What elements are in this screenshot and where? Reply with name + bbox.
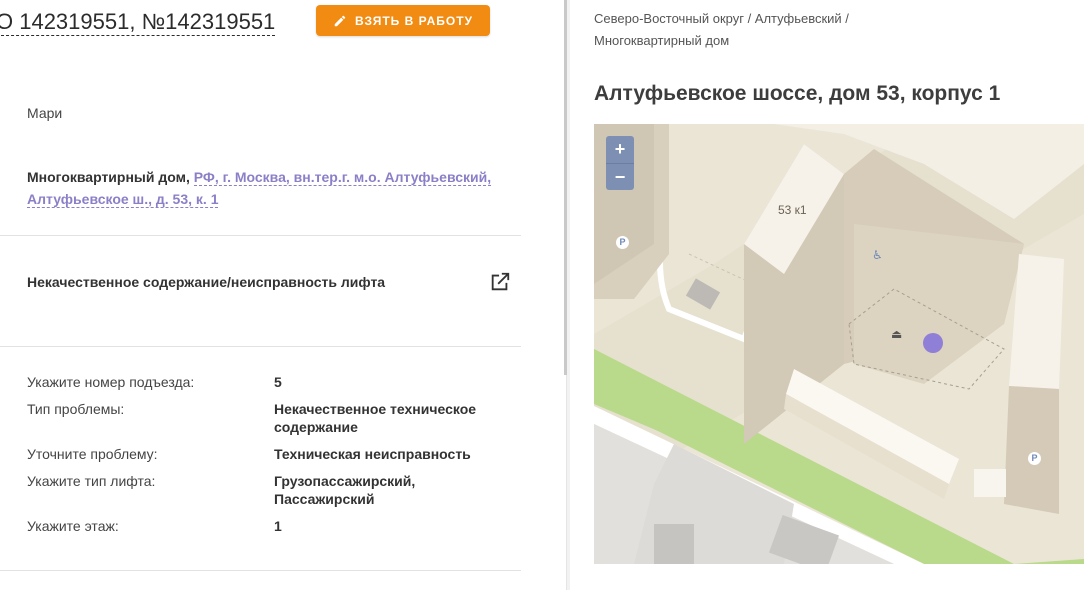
property-value: 5 [274, 374, 282, 390]
elevator-icon: ⏏ [891, 327, 903, 341]
property-key: Укажите этаж: [27, 518, 119, 534]
breadcrumb-line: Северо-Восточный округ / Алтуфьевский / [594, 11, 849, 26]
map-marker-icon[interactable] [923, 333, 943, 353]
bicycle-icon: ♿ [872, 248, 883, 262]
properties-list: Укажите номер подъезда: 5 Тип проблемы: … [27, 373, 507, 544]
divider [0, 346, 521, 347]
problem-title: Некачественное содержание/неисправность … [27, 274, 386, 290]
breadcrumb-line: Многоквартирный дом [594, 33, 730, 48]
property-value: Техническая неисправность [274, 446, 471, 462]
property-key: Уточните проблему: [27, 446, 158, 462]
property-row: Укажите тип лифта: Грузопассажирский, Па… [27, 472, 507, 508]
property-key: Тип проблемы: [27, 401, 125, 417]
external-link-icon[interactable] [489, 271, 511, 293]
request-details-pane: О 142319551, №142319551 ВЗЯТЬ В РАБОТУ М… [0, 0, 566, 590]
parking-icon: P [616, 236, 629, 249]
take-to-work-button[interactable]: ВЗЯТЬ В РАБОТУ [316, 5, 490, 36]
take-to-work-label: ВЗЯТЬ В РАБОТУ [354, 13, 473, 28]
property-row: Укажите номер подъезда: 5 [27, 373, 507, 391]
map-canvas[interactable] [594, 124, 1084, 564]
property-row: Уточните проблему: Техническая неисправн… [27, 445, 507, 463]
divider [0, 235, 521, 236]
zoom-out-button[interactable]: − [606, 163, 634, 190]
divider [0, 570, 521, 571]
breadcrumb: Северо-Восточный округ / Алтуфьевский / … [594, 8, 894, 52]
object-type: Многоквартирный дом, [27, 169, 190, 185]
scrollbar[interactable] [564, 0, 567, 375]
property-value: Грузопассажирский, Пассажирский [274, 473, 416, 507]
property-value: Некачественное техническое содержание [274, 401, 477, 435]
property-key: Укажите номер подъезда: [27, 374, 195, 390]
map[interactable]: 53 к1 ⏏ P P ♿ + − [594, 124, 1084, 564]
property-key: Укажите тип лифта: [27, 473, 156, 489]
applicant-name: Мари [27, 105, 63, 121]
pencil-icon [334, 15, 346, 26]
location-pane: Северо-Восточный округ / Алтуфьевский / … [570, 0, 1084, 590]
property-value: 1 [274, 518, 282, 534]
parking-icon: P [1028, 452, 1041, 465]
object-address: Многоквартирный дом, РФ, г. Москва, вн.т… [27, 166, 517, 210]
location-title: Алтуфьевское шоссе, дом 53, корпус 1 [594, 82, 1001, 105]
building-label: 53 к1 [778, 203, 807, 217]
property-row: Укажите этаж: 1 [27, 517, 507, 535]
property-row: Тип проблемы: Некачественное техническое… [27, 400, 507, 436]
zoom-in-button[interactable]: + [606, 136, 634, 163]
zoom-control: + − [606, 136, 634, 190]
request-title[interactable]: О 142319551, №142319551 [0, 9, 276, 36]
